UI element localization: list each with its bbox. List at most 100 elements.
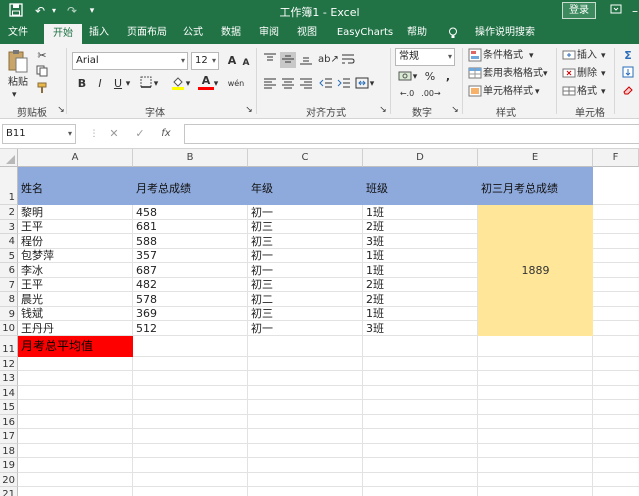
delete-cells-icon[interactable] bbox=[561, 66, 577, 82]
font-size-select[interactable]: 12 ▾ bbox=[191, 52, 219, 70]
cell-A10[interactable]: 王丹丹 bbox=[18, 322, 54, 335]
cell-B2[interactable]: 458 bbox=[133, 206, 157, 219]
paste-button[interactable]: 粘贴 bbox=[8, 76, 28, 90]
autosum-icon[interactable]: Σ bbox=[620, 48, 636, 64]
font-color-dropdown-icon[interactable]: ▾ bbox=[212, 76, 220, 92]
save-icon[interactable] bbox=[8, 3, 24, 19]
row-header-8[interactable]: 8 bbox=[0, 292, 18, 307]
enter-icon[interactable]: ✓ bbox=[132, 126, 148, 142]
cell-A5[interactable]: 包梦萍 bbox=[18, 250, 54, 262]
row-header-10[interactable]: 10 bbox=[0, 321, 18, 336]
decrease-indent-icon[interactable] bbox=[318, 76, 334, 92]
cell-A6[interactable]: 李冰 bbox=[18, 264, 43, 277]
format-cells-button[interactable]: 格式 bbox=[577, 85, 597, 99]
cell-E1[interactable]: 初三月考总成绩 bbox=[478, 180, 558, 196]
tab-home[interactable]: 开始 bbox=[44, 24, 82, 44]
format-as-table-button[interactable]: 套用表格格式 bbox=[483, 67, 543, 81]
row-header-20[interactable]: 20 bbox=[0, 472, 18, 487]
cell-B3[interactable]: 681 bbox=[133, 221, 157, 233]
row-header-13[interactable]: 13 bbox=[0, 371, 18, 386]
cell-C6[interactable]: 初一 bbox=[248, 264, 273, 277]
align-left-icon[interactable] bbox=[262, 76, 278, 92]
tab-view[interactable]: 视图 bbox=[292, 22, 322, 44]
bold-button[interactable]: B bbox=[74, 76, 90, 92]
underline-dropdown-icon[interactable]: ▾ bbox=[124, 76, 132, 92]
percent-style-button[interactable]: % bbox=[422, 69, 438, 85]
insert-cells-button[interactable]: 插入 bbox=[577, 49, 597, 63]
cell-A2[interactable]: 黎明 bbox=[18, 206, 43, 219]
cancel-icon[interactable]: ✕ bbox=[106, 126, 122, 142]
minimize-icon[interactable]: – bbox=[625, 1, 639, 21]
cell-B6[interactable]: 687 bbox=[133, 264, 157, 277]
clear-icon[interactable] bbox=[620, 84, 636, 100]
name-box[interactable]: B11 ▾ bbox=[2, 124, 76, 144]
undo-dropdown-icon[interactable]: ▾ bbox=[46, 3, 62, 19]
cell-C4[interactable]: 初三 bbox=[248, 235, 273, 248]
cell-C8[interactable]: 初二 bbox=[248, 293, 273, 306]
accounting-dropdown-icon[interactable]: ▾ bbox=[411, 69, 419, 85]
conditional-formatting-icon[interactable] bbox=[467, 48, 483, 64]
ribbon-display-options-icon[interactable] bbox=[606, 1, 626, 21]
copy-icon[interactable] bbox=[34, 65, 50, 81]
font-launcher-icon[interactable]: ↘ bbox=[244, 102, 254, 118]
align-top-icon[interactable] bbox=[262, 52, 278, 68]
cell-D3[interactable]: 2班 bbox=[363, 221, 384, 233]
cell-A11[interactable]: 月考总平均值 bbox=[18, 336, 133, 357]
phonetic-guide-icon[interactable]: wén bbox=[226, 76, 246, 92]
row-header-12[interactable]: 12 bbox=[0, 356, 18, 371]
decrease-font-size-icon[interactable]: A bbox=[238, 55, 254, 71]
cell-C9[interactable]: 初三 bbox=[248, 308, 273, 320]
row-header-18[interactable]: 18 bbox=[0, 443, 18, 458]
row-header-19[interactable]: 19 bbox=[0, 458, 18, 473]
row-header-17[interactable]: 17 bbox=[0, 429, 18, 444]
wrap-text-icon[interactable] bbox=[340, 52, 356, 68]
fill-color-dropdown-icon[interactable]: ▾ bbox=[184, 76, 192, 92]
cell-C3[interactable]: 初三 bbox=[248, 221, 273, 233]
cell-B9[interactable]: 369 bbox=[133, 308, 157, 320]
format-painter-icon[interactable] bbox=[34, 82, 50, 98]
cell-D9[interactable]: 1班 bbox=[363, 308, 384, 320]
tell-me-search[interactable]: 操作说明搜索 bbox=[462, 22, 548, 44]
tab-data[interactable]: 数据 bbox=[216, 22, 246, 44]
tab-file[interactable]: 文件 bbox=[2, 22, 34, 44]
row-header-9[interactable]: 9 bbox=[0, 306, 18, 321]
font-name-select[interactable]: Arial ▾ bbox=[72, 52, 188, 70]
column-header-D[interactable]: D bbox=[363, 149, 478, 167]
cell-C1[interactable]: 年级 bbox=[248, 180, 273, 196]
row-header-6[interactable]: 6 bbox=[0, 263, 18, 278]
customize-toolbar-icon[interactable]: ▾ bbox=[84, 3, 100, 19]
cell-D2[interactable]: 1班 bbox=[363, 206, 384, 219]
number-format-select[interactable]: 常规 ▾ bbox=[395, 48, 455, 66]
row-header-4[interactable]: 4 bbox=[0, 234, 18, 249]
cell-B7[interactable]: 482 bbox=[133, 279, 157, 291]
cell-D7[interactable]: 2班 bbox=[363, 279, 384, 291]
align-center-icon[interactable] bbox=[280, 76, 296, 92]
paste-dropdown-icon[interactable]: ▾ bbox=[12, 88, 17, 102]
row-header-11[interactable]: 11 bbox=[0, 335, 18, 357]
format-as-table-icon[interactable] bbox=[467, 66, 483, 82]
column-header-C[interactable]: C bbox=[248, 149, 363, 167]
row-header-1[interactable]: 1 bbox=[0, 167, 18, 205]
increase-decimal-icon[interactable]: ←.0 bbox=[397, 86, 417, 102]
cell-A7[interactable]: 王平 bbox=[18, 279, 43, 291]
cell-C5[interactable]: 初一 bbox=[248, 250, 273, 262]
cell-B5[interactable]: 357 bbox=[133, 250, 157, 262]
delete-cells-button[interactable]: 删除 bbox=[577, 67, 597, 81]
row-header-7[interactable]: 7 bbox=[0, 277, 18, 292]
alignment-launcher-icon[interactable]: ↘ bbox=[378, 102, 388, 118]
cell-D5[interactable]: 1班 bbox=[363, 250, 384, 262]
tab-insert[interactable]: 插入 bbox=[84, 22, 114, 44]
row-header-21[interactable]: 21 bbox=[0, 487, 18, 496]
merge-dropdown-icon[interactable]: ▾ bbox=[368, 76, 376, 92]
number-launcher-icon[interactable]: ↘ bbox=[450, 102, 460, 118]
select-all-button[interactable] bbox=[0, 149, 18, 167]
comma-style-button[interactable]: , bbox=[440, 69, 456, 85]
cell-A1[interactable]: 姓名 bbox=[18, 180, 43, 196]
tab-help[interactable]: 帮助 bbox=[402, 22, 432, 44]
row-header-3[interactable]: 3 bbox=[0, 219, 18, 234]
format-cells-icon[interactable] bbox=[561, 84, 577, 100]
cell-A4[interactable]: 程份 bbox=[18, 235, 43, 248]
redo-icon[interactable]: ↷ bbox=[64, 3, 80, 19]
align-right-icon[interactable] bbox=[298, 76, 314, 92]
paste-icon[interactable] bbox=[6, 48, 30, 76]
